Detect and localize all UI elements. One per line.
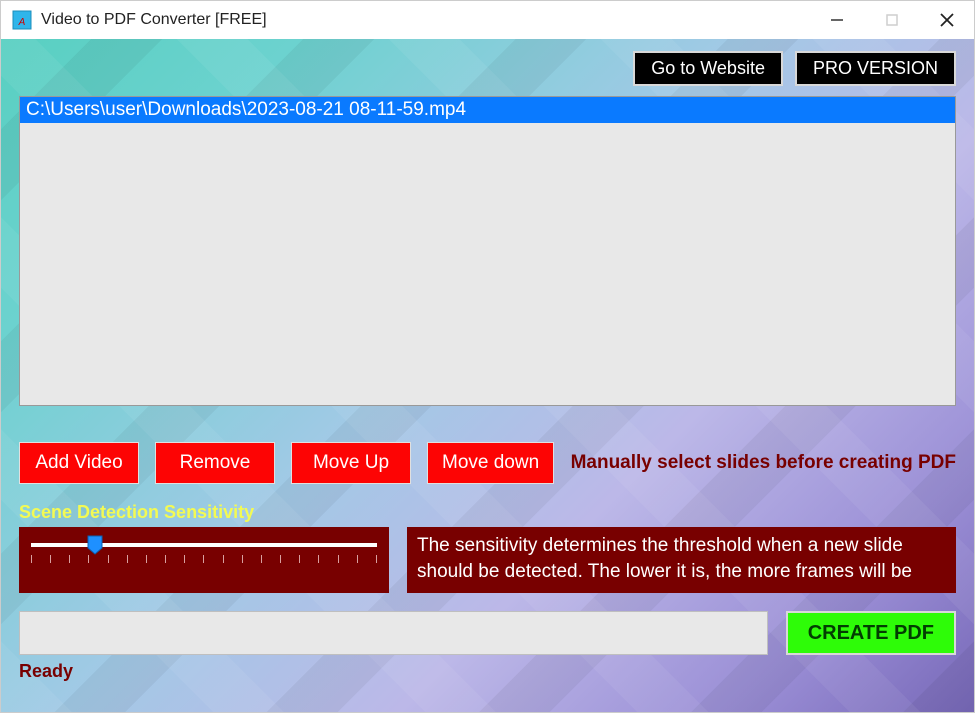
progress-bar (19, 611, 768, 655)
add-video-button[interactable]: Add Video (19, 442, 139, 484)
move-down-button[interactable]: Move down (427, 442, 554, 484)
status-text: Ready (19, 661, 956, 682)
manual-select-label: Manually select slides before creating P… (571, 452, 956, 474)
minimize-button[interactable] (809, 1, 864, 39)
app-icon: A (11, 9, 33, 31)
window-title: Video to PDF Converter [FREE] (41, 11, 809, 29)
pro-version-button[interactable]: PRO VERSION (795, 51, 956, 86)
go-to-website-button[interactable]: Go to Website (633, 51, 783, 86)
close-button[interactable] (919, 1, 974, 39)
maximize-button (864, 1, 919, 39)
move-up-button[interactable]: Move Up (291, 442, 411, 484)
sensitivity-row: The sensitivity determines the threshold… (19, 527, 956, 593)
slider-ticks (31, 555, 377, 563)
svg-text:A: A (18, 17, 26, 28)
video-file-list[interactable]: C:\Users\user\Downloads\2023-08-21 08-11… (19, 96, 956, 406)
list-item[interactable]: C:\Users\user\Downloads\2023-08-21 08-11… (20, 97, 955, 123)
sensitivity-slider[interactable] (19, 527, 389, 593)
sensitivity-label: Scene Detection Sensitivity (19, 502, 956, 523)
remove-button[interactable]: Remove (155, 442, 275, 484)
titlebar: A Video to PDF Converter [FREE] (1, 1, 974, 39)
slider-thumb[interactable] (87, 535, 103, 555)
slider-track (31, 543, 377, 547)
sensitivity-description: The sensitivity determines the threshold… (407, 527, 956, 593)
app-window: A Video to PDF Converter [FREE] Go to We… (0, 0, 975, 713)
content-area: Go to Website PRO VERSION C:\Users\user\… (1, 39, 974, 712)
bottom-row: CREATE PDF (19, 611, 956, 655)
window-controls (809, 1, 974, 39)
top-button-row: Go to Website PRO VERSION (19, 51, 956, 86)
action-button-row: Add Video Remove Move Up Move down Manua… (19, 442, 956, 484)
create-pdf-button[interactable]: CREATE PDF (786, 611, 956, 655)
